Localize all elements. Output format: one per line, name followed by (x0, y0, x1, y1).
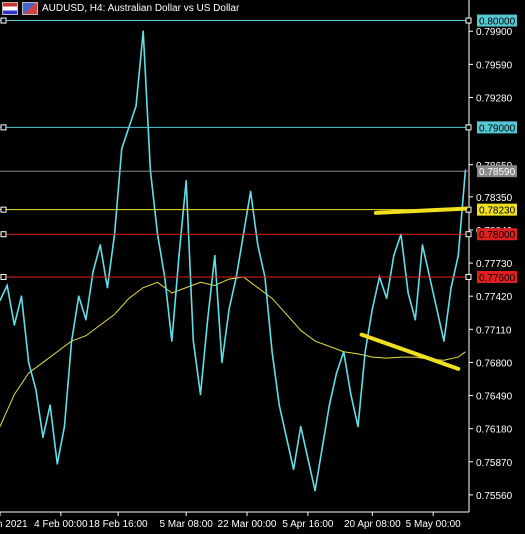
price-point (421, 244, 424, 246)
price-point (199, 393, 202, 396)
x-tick-label: 5 Apr 16:00 (282, 519, 334, 530)
y-tick-label: 0.75870 (476, 458, 513, 469)
level-anchor-handle (0, 231, 7, 238)
y-tick-label: 0.76490 (476, 392, 513, 403)
price-chart[interactable]: 0.799000.795900.792800.786500.783500.780… (0, 0, 525, 534)
y-tick-label: 0.77730 (476, 259, 513, 270)
price-line (0, 31, 467, 491)
price-point (221, 361, 223, 364)
price-point (450, 286, 452, 289)
price-level-label: 0.78000 (479, 230, 516, 241)
x-tick-label: 4 Feb 00:00 (34, 519, 88, 530)
price-point (335, 372, 338, 374)
moving-average-line (0, 276, 466, 427)
price-point (299, 425, 302, 428)
y-tick-label: 0.79280 (476, 93, 513, 104)
price-point (328, 404, 331, 406)
price-level-label: 0.77600 (479, 273, 516, 284)
price-point (6, 284, 8, 287)
level-anchor-handle (0, 206, 7, 213)
price-point (70, 340, 73, 342)
level-anchor-handle (465, 231, 472, 238)
x-tick-label: 18 Feb 16:00 (89, 519, 148, 530)
price-point (278, 404, 281, 406)
price-point (49, 404, 51, 406)
price-point (85, 318, 87, 321)
price-point (414, 318, 417, 321)
price-point (92, 270, 94, 273)
price-point (20, 295, 23, 297)
price-point (371, 308, 374, 310)
price-point (99, 244, 102, 246)
price-point (13, 324, 16, 326)
x-tick-label: 22 Mar 00:00 (218, 519, 277, 530)
level-anchor-handle (0, 17, 7, 24)
price-point (457, 254, 460, 257)
x-tick-label: 5 Mar 08:00 (159, 519, 213, 530)
level-anchor-handle (465, 17, 472, 24)
price-point (292, 468, 295, 471)
y-tick-label: 0.77110 (476, 325, 512, 336)
price-point (106, 286, 109, 289)
price-point (63, 425, 66, 428)
price-level-label: 0.79000 (479, 123, 516, 134)
price-point (321, 447, 324, 449)
price-point (435, 308, 438, 310)
price-point (149, 169, 152, 171)
y-tick-label: 0.75560 (476, 491, 513, 502)
level-anchor-handle (0, 273, 7, 280)
price-point (135, 105, 137, 107)
price-point (171, 340, 173, 342)
price-point (407, 292, 409, 294)
y-tick-label: 0.77420 (476, 292, 513, 303)
price-point (443, 340, 445, 342)
price-point (142, 30, 145, 33)
price-point (350, 393, 352, 396)
price-point (314, 489, 316, 492)
x-tick-label: 5 May 00:00 (406, 519, 461, 530)
price-point (307, 457, 309, 460)
price-point (214, 254, 216, 257)
price-point (357, 425, 359, 428)
x-tick-label: 20 Apr 08:00 (344, 519, 401, 530)
y-tick-label: 0.78350 (476, 193, 513, 204)
level-anchor-handle (465, 124, 472, 131)
y-tick-label: 0.79900 (476, 27, 513, 38)
price-point (35, 388, 37, 390)
price-point (228, 308, 230, 310)
price-level-label: 0.78230 (479, 206, 516, 217)
price-point (464, 169, 467, 171)
y-tick-label: 0.76180 (476, 425, 513, 436)
price-point (56, 463, 59, 465)
y-tick-label: 0.79590 (476, 60, 513, 71)
price-point (178, 254, 180, 257)
price-point (249, 190, 252, 193)
price-point (27, 361, 30, 364)
price-level-label: 0.80000 (479, 17, 516, 28)
price-point (393, 254, 395, 257)
price-point (271, 350, 273, 353)
price-point (77, 295, 80, 297)
price-point (285, 436, 288, 439)
y-tick-label: 0.76800 (476, 358, 513, 369)
price-point (342, 350, 345, 353)
current-price-label: 0.78590 (479, 167, 516, 178)
price-point (120, 147, 123, 150)
price-point (256, 244, 259, 246)
price-point (185, 180, 187, 182)
level-anchor-handle (0, 124, 7, 131)
price-point (42, 436, 44, 439)
price-point (364, 350, 366, 353)
price-point (206, 318, 209, 321)
x-tick-label: 20 Jan 2021 (0, 519, 28, 530)
price-point (192, 340, 195, 342)
level-anchor-handle (465, 273, 472, 280)
price-point (385, 297, 388, 300)
